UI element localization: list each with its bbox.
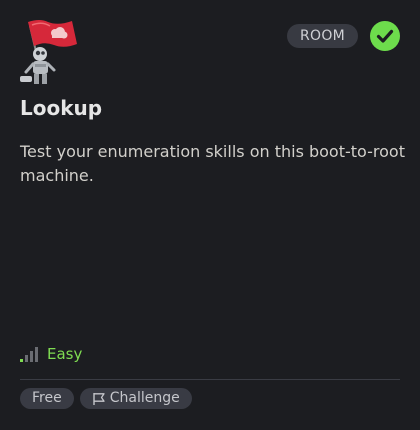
signal-bars-icon <box>20 347 38 362</box>
divider <box>20 379 400 380</box>
room-thumbnail <box>18 16 80 84</box>
tag-label: Free <box>32 390 62 406</box>
tag-free[interactable]: Free <box>20 388 74 409</box>
robot-with-flag-icon <box>20 20 77 84</box>
room-description: Test your enumeration skills on this boo… <box>20 142 405 185</box>
flag-outline-icon <box>93 392 105 405</box>
room-card[interactable]: ROOM Lookup Test your enumeration skills… <box>0 0 420 430</box>
tag-challenge[interactable]: Challenge <box>79 388 192 409</box>
room-type-badge: ROOM <box>287 24 359 48</box>
tag-list: Free Challenge <box>20 388 192 409</box>
completed-check-icon <box>370 21 400 51</box>
difficulty-label: Easy <box>47 345 83 363</box>
room-title[interactable]: Lookup <box>20 96 102 120</box>
tag-label: Challenge <box>109 390 180 406</box>
difficulty-indicator: Easy <box>20 345 82 363</box>
